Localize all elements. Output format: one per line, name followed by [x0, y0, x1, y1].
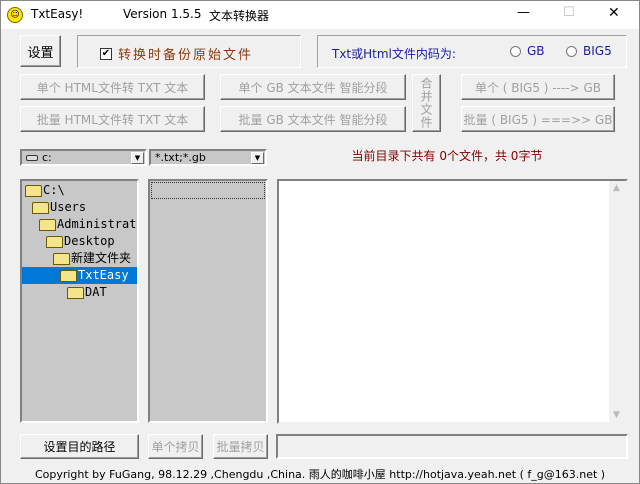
folder-tree[interactable]: C:\ Users Administrator Desktop 新建文件夹 Tx… — [20, 179, 139, 423]
encoding-group: Txt或Html文件内码为: GB BIG5 — [317, 35, 627, 68]
single-big5-to-gb-button[interactable]: 单个 ( BIG5 ) ----> GB — [461, 74, 615, 100]
single-gb-paragraph-button[interactable]: 单个 GB 文本文件 智能分段 — [220, 74, 406, 100]
close-button[interactable]: ✕ — [608, 5, 620, 21]
folder-open-icon — [46, 235, 63, 248]
tree-item[interactable]: DAT — [67, 284, 107, 301]
radio-gb[interactable]: GB — [510, 44, 545, 58]
drive-select[interactable]: c: ▼ — [20, 149, 147, 166]
filter-select[interactable]: *.txt;*.gb ▼ — [149, 149, 267, 166]
filter-value: *.txt;*.gb — [155, 151, 206, 164]
scroll-up-icon[interactable]: ▲ — [613, 183, 620, 193]
batch-copy-button[interactable]: 批量拷贝 — [213, 434, 268, 459]
batch-big5-to-gb-button[interactable]: 批量 ( BIG5 ) ===>> GB — [461, 106, 615, 132]
app-name: TxtEasy! — [31, 7, 84, 21]
tree-item[interactable]: Desktop — [46, 233, 115, 250]
title-bar: ☺ TxtEasy! Version 1.5.5 文本转换器 — ☐ ✕ — [1, 1, 639, 29]
destination-path-field[interactable] — [276, 434, 628, 459]
tree-item[interactable]: Users — [32, 199, 86, 216]
folder-open-icon — [53, 252, 70, 265]
folder-open-icon — [39, 218, 56, 231]
checkbox-check-icon: ✔ — [100, 47, 112, 60]
file-list[interactable] — [148, 179, 268, 423]
scroll-down-icon[interactable]: ▼ — [613, 410, 620, 420]
single-copy-button[interactable]: 单个拷贝 — [148, 434, 203, 459]
folder-open-icon — [32, 201, 49, 214]
app-subtitle: 文本转换器 — [209, 9, 270, 23]
tree-item[interactable]: C:\ — [25, 182, 65, 199]
tree-item[interactable]: 新建文件夹 — [53, 250, 131, 267]
settings-button[interactable]: 设置 — [20, 35, 61, 67]
minimize-button[interactable]: — — [517, 5, 530, 20]
chevron-down-icon[interactable]: ▼ — [131, 152, 144, 164]
tree-item[interactable]: Administrator — [39, 216, 137, 233]
backup-label: 转换时备份原始文件 — [118, 48, 254, 63]
tree-item-selected[interactable]: TxtEasy — [22, 267, 137, 284]
smiley-app-icon: ☺ — [7, 7, 23, 23]
text-preview-area[interactable]: ▲ ▼ — [277, 179, 628, 424]
backup-checkbox[interactable]: ✔ 转换时备份原始文件 — [100, 44, 253, 63]
encoding-label: Txt或Html文件内码为: — [332, 47, 456, 61]
vertical-scrollbar[interactable]: ▲ ▼ — [609, 181, 626, 422]
single-html-to-txt-button[interactable]: 单个 HTML文件转 TXT 文本 — [20, 74, 205, 100]
merge-files-button[interactable]: 合并文件 — [412, 74, 441, 132]
backup-group: ✔ 转换时备份原始文件 — [77, 35, 301, 68]
folder-open-icon — [60, 269, 77, 282]
chevron-down-icon[interactable]: ▼ — [251, 152, 264, 164]
radio-big5[interactable]: BIG5 — [566, 44, 612, 58]
copyright-footer: Copyright by FuGang, 98.12.29 ,Chengdu ,… — [34, 468, 606, 481]
app-version: Version 1.5.5 — [123, 7, 202, 21]
folder-icon — [67, 286, 84, 299]
maximize-button[interactable]: ☐ — [563, 5, 575, 20]
folder-open-icon — [25, 184, 42, 197]
file-list-focus — [151, 182, 265, 199]
status-text: 当前目录下共有 0个文件，共 0字节 — [351, 149, 543, 163]
drive-value: c: — [42, 151, 52, 164]
drive-icon — [26, 155, 38, 161]
set-destination-button[interactable]: 设置目的路径 — [20, 434, 139, 459]
batch-gb-paragraph-button[interactable]: 批量 GB 文本文件 智能分段 — [220, 106, 406, 132]
batch-html-to-txt-button[interactable]: 批量 HTML文件转 TXT 文本 — [20, 106, 205, 132]
